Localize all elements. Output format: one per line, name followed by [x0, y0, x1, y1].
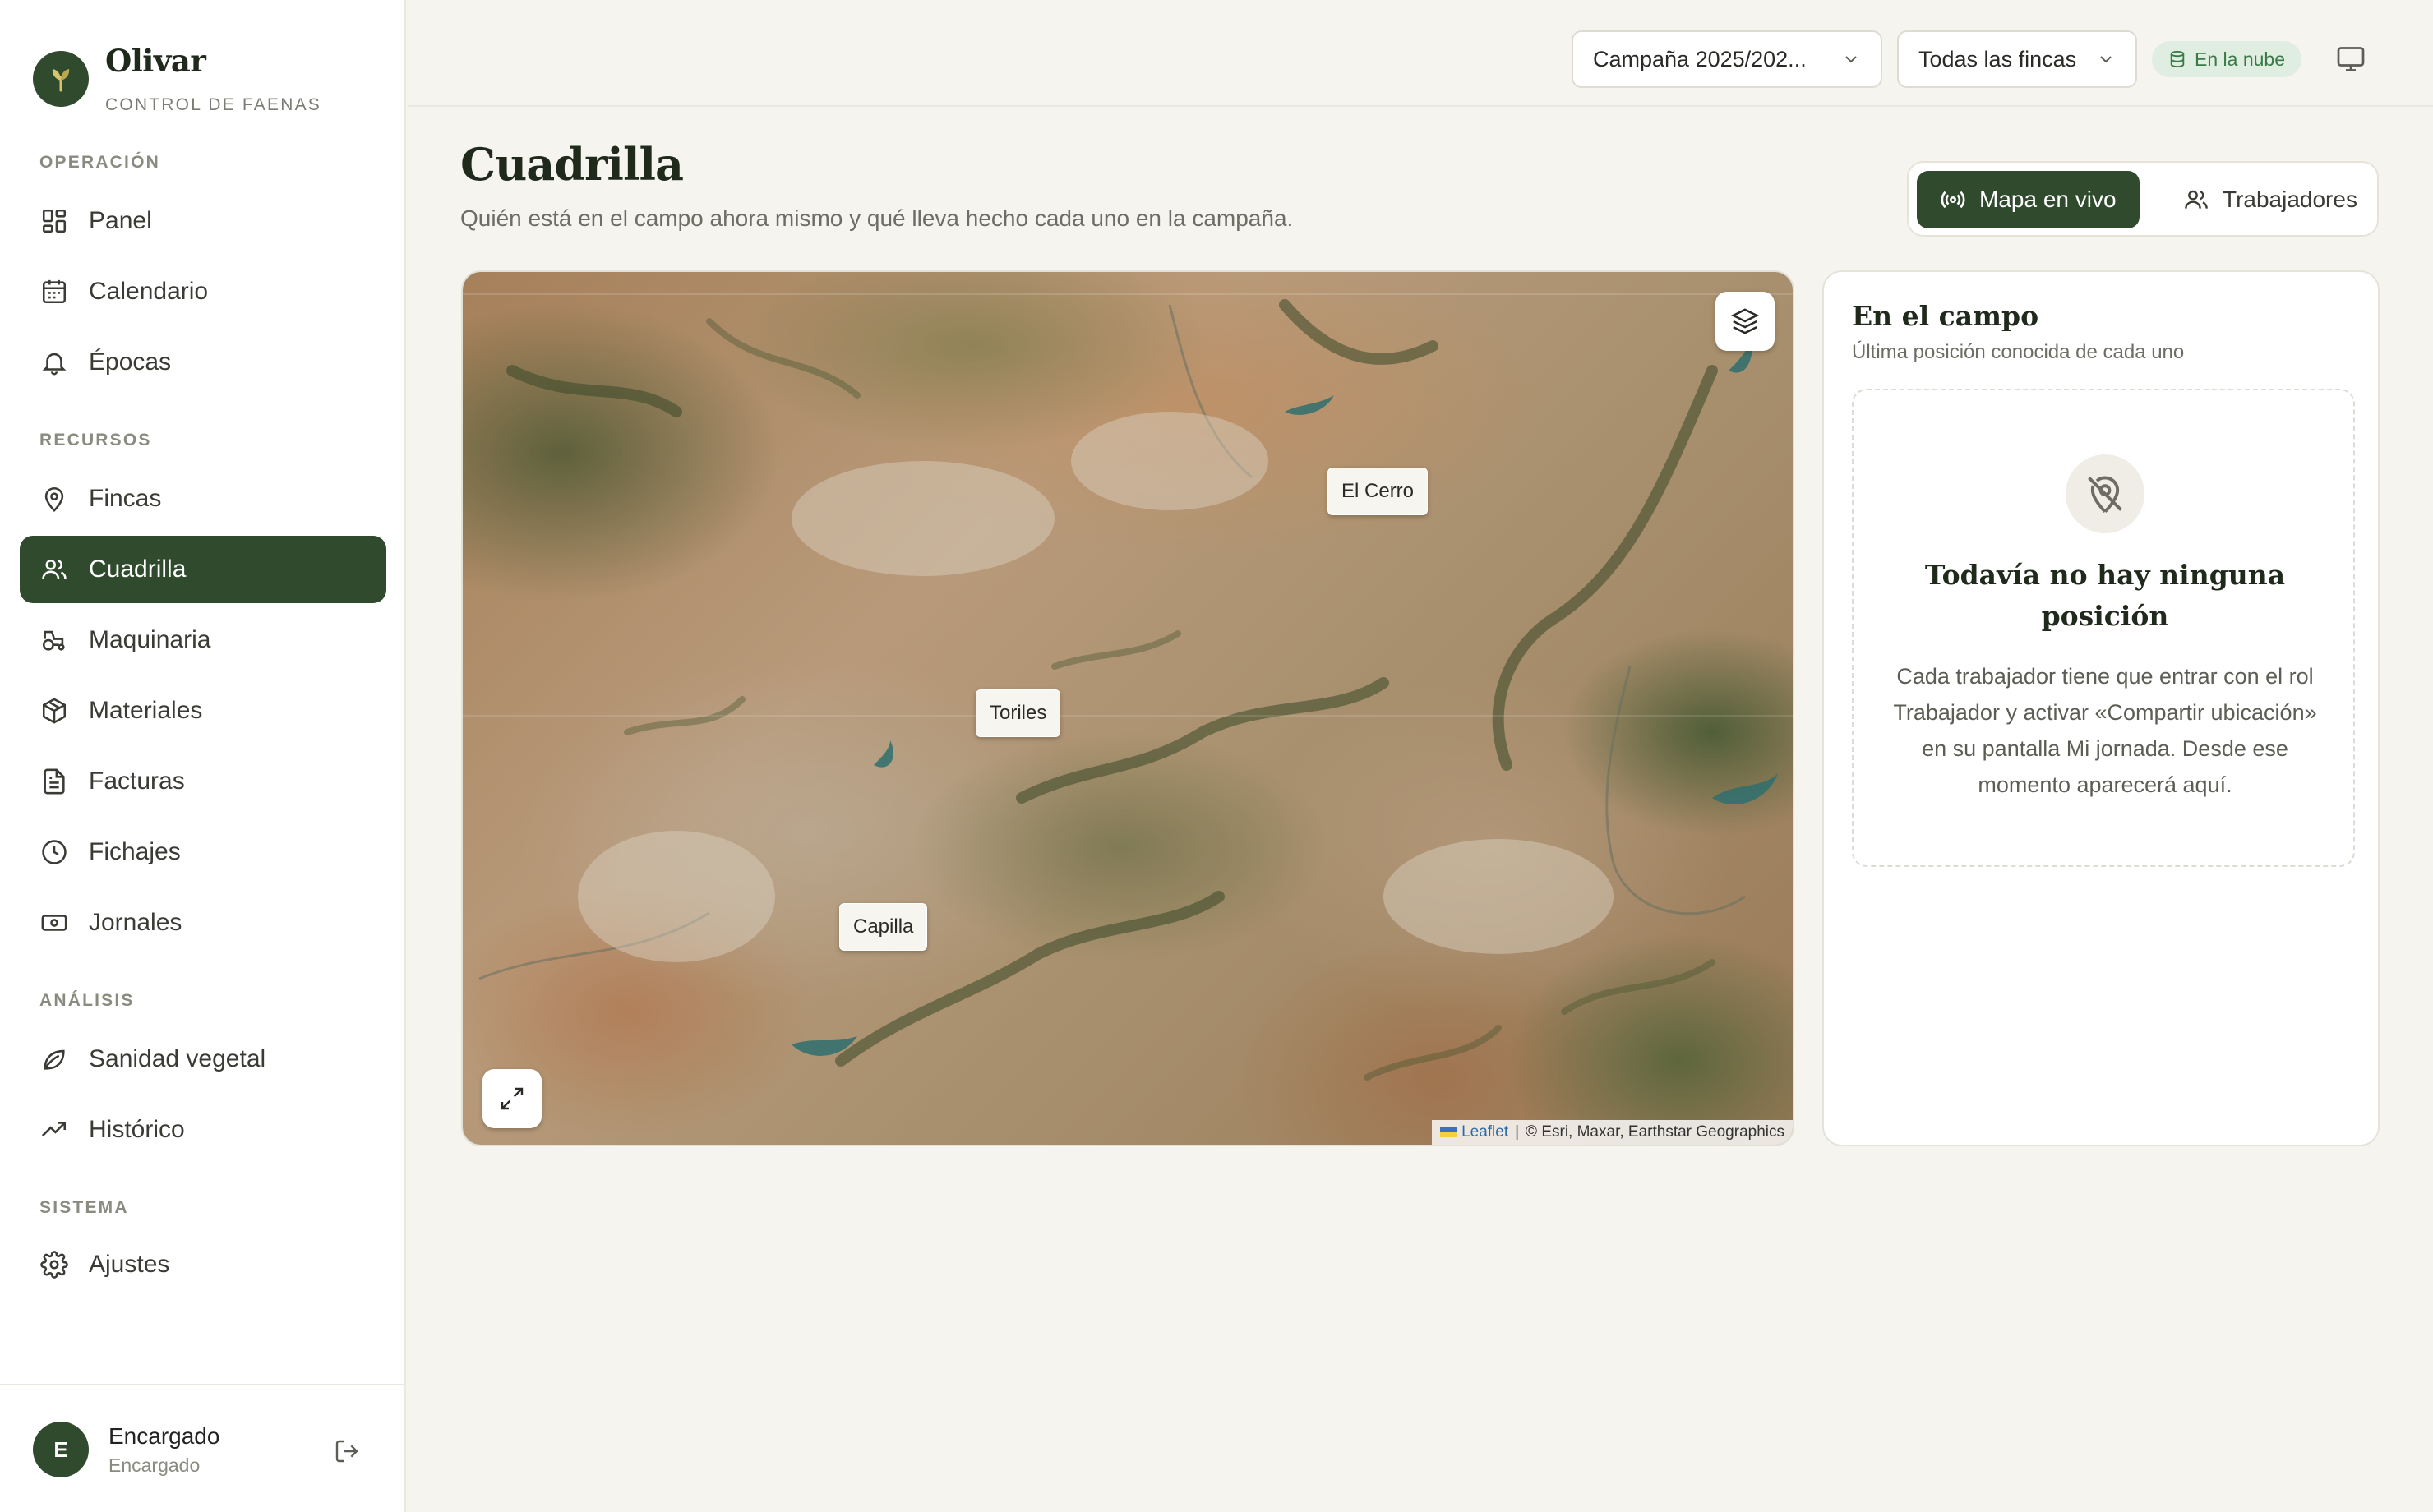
- database-icon: [2168, 50, 2186, 68]
- sidebar-item-label: Fincas: [89, 485, 162, 512]
- sidebar-item-jornales[interactable]: Jornales: [20, 889, 386, 957]
- sidebar-item-ajustes[interactable]: Ajustes: [20, 1231, 386, 1298]
- avatar[interactable]: E: [33, 1422, 89, 1477]
- campaign-select-value: Campaña 2025/202...: [1593, 46, 1807, 71]
- sidebar-item-fichajes[interactable]: Fichajes: [20, 818, 386, 886]
- campaign-select[interactable]: Campaña 2025/202...: [1572, 30, 1882, 88]
- banknote-icon: [39, 908, 69, 938]
- sidebar-item-panel[interactable]: Panel: [20, 187, 386, 255]
- chevron-down-icon: [1841, 49, 1861, 69]
- monitor-icon[interactable]: [2333, 41, 2369, 77]
- sidebar-item-sanidad-vegetal[interactable]: Sanidad vegetal: [20, 1026, 386, 1093]
- user-box: E Encargado Encargado: [0, 1384, 406, 1512]
- sidebar-item-label: Épocas: [89, 348, 172, 376]
- page-subtitle: Quién está en el campo ahora mismo y qué…: [460, 205, 1294, 231]
- map-label-el-cerro[interactable]: El Cerro: [1327, 468, 1429, 515]
- layers-icon[interactable]: [1715, 292, 1775, 351]
- sidebar-item-label: Materiales: [89, 697, 203, 724]
- nav-section-analisis: ANÁLISIS: [39, 991, 135, 1010]
- sidebar-item-label: Calendario: [89, 278, 209, 305]
- flag-icon: [1440, 1127, 1457, 1137]
- farm-select-value: Todas las fincas: [1918, 46, 2077, 71]
- sidebar-item-label: Panel: [89, 207, 152, 234]
- map-label-capilla[interactable]: Capilla: [839, 903, 928, 951]
- sidebar-item-label: Facturas: [89, 768, 185, 795]
- location-off-icon: [2066, 454, 2144, 533]
- field-panel-subtitle: Última posición conocida de cada uno: [1852, 341, 2185, 363]
- nav-section-recursos: RECURSOS: [39, 431, 152, 449]
- sidebar-item-facturas[interactable]: Facturas: [20, 748, 386, 815]
- users-icon: [39, 555, 69, 584]
- attribution-source: © Esri, Maxar, Earthstar Geographics: [1526, 1123, 1784, 1141]
- sidebar-item-label: Maquinaria: [89, 626, 211, 653]
- empty-state-title: Todavía no hay ninguna posición: [1924, 559, 2286, 632]
- sidebar-item-calendario[interactable]: Calendario: [20, 258, 386, 325]
- trending-up-icon: [39, 1115, 69, 1145]
- users-icon: [2183, 187, 2209, 213]
- sidebar-item-fincas[interactable]: Fincas: [20, 465, 386, 532]
- brand[interactable]: Olivar CONTROL DE FAENAS: [33, 43, 378, 125]
- map-label-toriles[interactable]: Toriles: [976, 689, 1061, 737]
- live-map-tab[interactable]: Mapa en vivo: [1917, 171, 2140, 228]
- tractor-icon: [39, 625, 69, 655]
- live-map-tab-label: Mapa en vivo: [1979, 187, 2117, 212]
- map-terrain: [463, 293, 1793, 1081]
- radio-broadcast-icon: [1940, 187, 1966, 213]
- brand-name: Olivar: [105, 43, 206, 79]
- sidebar-item-maquinaria[interactable]: Maquinaria: [20, 606, 386, 674]
- sidebar-item-cuadrilla[interactable]: Cuadrilla: [20, 536, 386, 603]
- brand-subtitle: CONTROL DE FAENAS: [105, 95, 321, 114]
- workers-tab[interactable]: Trabajadores: [2160, 171, 2380, 228]
- sidebar-item-label: Histórico: [89, 1116, 185, 1143]
- sidebar-item-materiales[interactable]: Materiales: [20, 677, 386, 744]
- sidebar-item-label: Ajustes: [89, 1251, 170, 1278]
- sidebar-item-label: Fichajes: [89, 838, 181, 865]
- sidebar-item-label: Jornales: [89, 909, 182, 936]
- olive-leaf-icon: [33, 51, 89, 107]
- workers-tab-label: Trabajadores: [2223, 187, 2357, 212]
- bell-icon: [39, 348, 69, 377]
- user-name: Encargado: [108, 1423, 220, 1449]
- logout-icon[interactable]: [330, 1435, 363, 1468]
- document-icon: [39, 767, 69, 796]
- map-attribution: Leaflet | © Esri, Maxar, Earthstar Geogr…: [1432, 1120, 1793, 1145]
- box-icon: [39, 696, 69, 726]
- sidebar: Olivar CONTROL DE FAENAS OPERACIÓN Panel…: [0, 0, 406, 1512]
- topbar: Campaña 2025/202... Todas las fincas En …: [408, 0, 2433, 107]
- sidebar-item-label: Sanidad vegetal: [89, 1045, 266, 1072]
- attribution-separator: |: [1515, 1123, 1520, 1141]
- sidebar-item-label: Cuadrilla: [89, 555, 187, 583]
- nav-section-sistema: SISTEMA: [39, 1198, 129, 1217]
- empty-state: Todavía no hay ninguna posición Cada tra…: [1852, 389, 2355, 867]
- empty-state-text: Cada trabajador tiene que entrar con el …: [1893, 664, 2317, 797]
- satellite-map[interactable]: El Cerro Toriles Capilla Leaflet | © Esr…: [461, 270, 1794, 1146]
- cloud-status-label: En la nube: [2195, 48, 2285, 70]
- nav-section-operacion: OPERACIÓN: [39, 153, 160, 172]
- expand-icon[interactable]: [482, 1069, 542, 1128]
- field-panel: En el campo Última posición conocida de …: [1822, 270, 2380, 1146]
- leaf-icon: [39, 1044, 69, 1074]
- gear-icon: [39, 1250, 69, 1279]
- user-role: Encargado: [108, 1454, 201, 1476]
- farm-select[interactable]: Todas las fincas: [1897, 30, 2137, 88]
- leaflet-link[interactable]: Leaflet: [1440, 1123, 1508, 1141]
- page-title: Cuadrilla: [460, 138, 684, 191]
- clock-icon: [39, 837, 69, 867]
- view-toggle: Mapa en vivo Trabajadores: [1907, 161, 2379, 237]
- sidebar-item-epocas[interactable]: Épocas: [20, 329, 386, 396]
- field-panel-title: En el campo: [1852, 300, 2039, 332]
- dashboard-icon: [39, 206, 69, 236]
- map-pin-icon: [39, 484, 69, 514]
- cloud-status-badge: En la nube: [2152, 41, 2301, 77]
- sidebar-item-historico[interactable]: Histórico: [20, 1096, 386, 1164]
- chevron-down-icon: [2096, 49, 2116, 69]
- calendar-icon: [39, 277, 69, 307]
